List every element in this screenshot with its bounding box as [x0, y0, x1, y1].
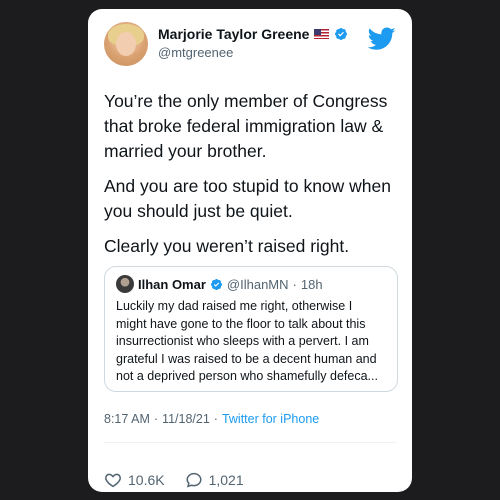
reply-button[interactable]: 1,021 — [185, 471, 244, 489]
tweet-card: Marjorie Taylor Greene @mtgreenee You’re… — [88, 9, 412, 492]
verified-badge-icon — [210, 278, 222, 290]
quoted-author-name: Ilhan Omar — [138, 276, 206, 292]
verified-badge-icon — [335, 28, 348, 40]
meta-separator: · — [213, 412, 218, 426]
speech-bubble-icon — [186, 472, 202, 488]
tweet-source[interactable]: Twitter for iPhone — [222, 412, 319, 426]
quoted-author-handle: @IlhanMN — [226, 276, 289, 292]
us-flag-icon — [314, 29, 330, 39]
quoted-header: Ilhan Omar @IlhanMN · 18h — [116, 275, 386, 293]
author-name[interactable]: Marjorie Taylor Greene — [158, 26, 309, 42]
tweet-paragraph: And you are too stupid to know when you … — [104, 176, 391, 221]
quoted-text: Luckily my dad raised me right, otherwis… — [116, 299, 378, 383]
author-handle[interactable]: @mtgreenee — [158, 45, 233, 60]
divider — [104, 442, 396, 443]
quoted-author-avatar — [116, 275, 134, 293]
meta-separator: · — [153, 412, 159, 426]
quoted-age: 18h — [300, 276, 323, 292]
twitter-bird-icon[interactable] — [368, 27, 396, 51]
reply-count: 1,021 — [208, 472, 244, 488]
heart-icon — [105, 473, 121, 488]
quoted-tweet[interactable]: Ilhan Omar @IlhanMN · 18h Luckily my dad… — [104, 266, 398, 392]
tweet-paragraph: You’re the only member of Congress that … — [104, 91, 388, 161]
tweet-text: You’re the only member of Congress that … — [104, 89, 404, 269]
author-avatar[interactable] — [104, 22, 148, 66]
tweet-meta: 8:17 AM · 11/18/21 · Twitter for iPhone — [104, 412, 319, 426]
tweet-time[interactable]: 8:17 AM — [104, 412, 150, 426]
author-name-row: Marjorie Taylor Greene — [158, 26, 348, 42]
tweet-paragraph: Clearly you weren’t raised right. — [104, 236, 350, 256]
like-count: 10.6K — [128, 472, 165, 488]
quoted-separator: · — [292, 276, 297, 292]
like-button[interactable]: 10.6K — [104, 471, 165, 489]
tweet-date[interactable]: 11/18/21 — [162, 412, 210, 426]
action-bar: 10.6K 1,021 — [104, 471, 256, 489]
